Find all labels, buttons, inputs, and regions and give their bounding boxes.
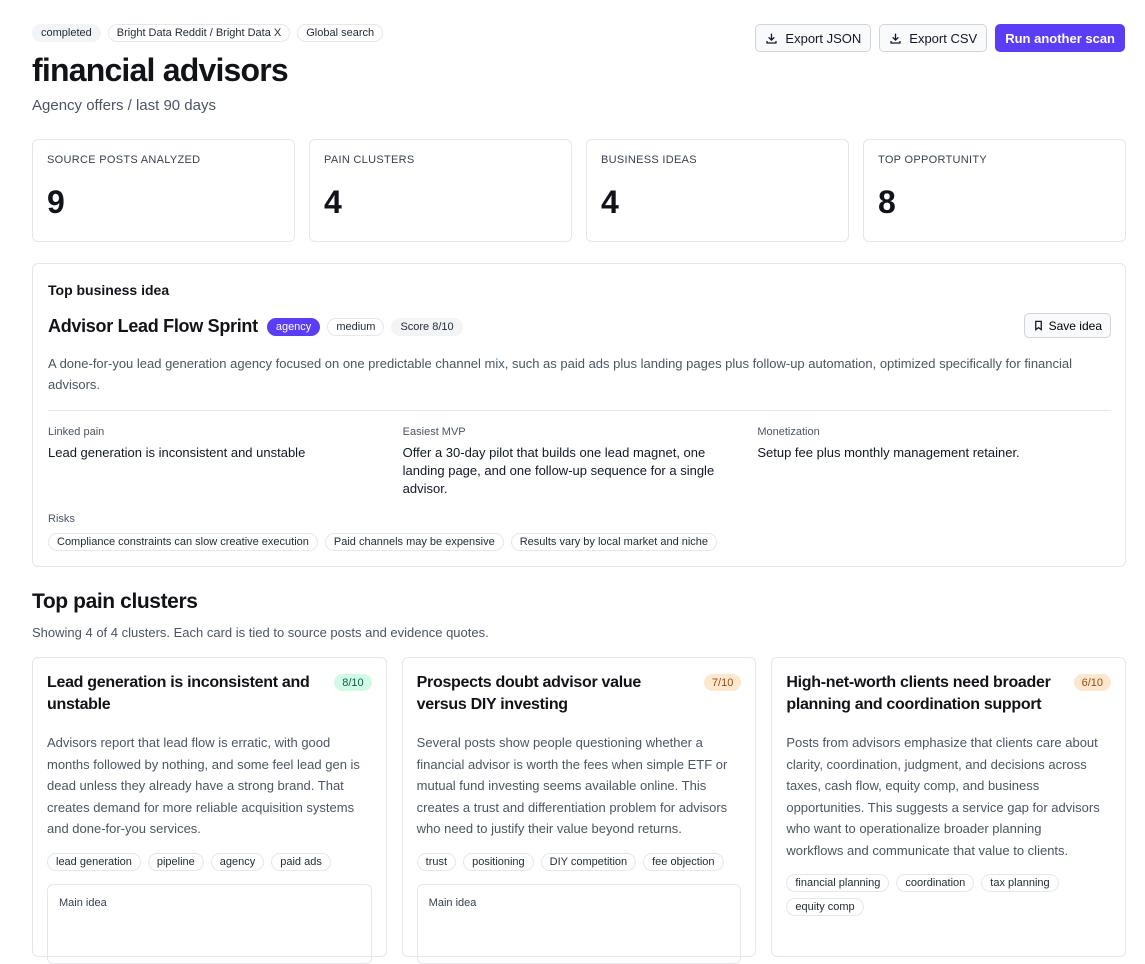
section-title: Top business idea [48,282,170,298]
main-idea-label: Main idea [428,897,477,909]
stat-label: PAIN CLUSTERS [324,154,415,166]
tag-chip: DIY competition [540,852,637,871]
tag-chip: trust [416,852,457,871]
risk-chip: Paid channels may be expensive [324,533,504,551]
tag-chip: tax planning [981,874,1059,892]
run-another-scan-button[interactable]: Run another scan [995,24,1125,52]
monetization-value: Setup fee plus monthly management retain… [757,445,1020,460]
divider [48,410,1111,411]
idea-difficulty-badge: medium [327,317,385,336]
stat-card-top-opportunity: TOP OPPORTUNITY 8 [863,139,1126,242]
idea-header: Advisor Lead Flow Sprint agency medium S… [48,316,463,337]
bookmark-icon [1034,320,1042,331]
top-business-idea-card: Top business idea Advisor Lead Flow Spri… [32,263,1126,567]
export-csv-button[interactable]: Export CSV [879,24,988,52]
tag-chip: agency [210,852,265,871]
save-idea-label: Save idea [1048,318,1102,333]
pain-clusters-title: Top pain clusters [32,590,198,613]
export-json-button[interactable]: Export JSON [755,24,872,52]
cluster-title: High-net-worth clients need broader plan… [786,674,1051,713]
monetization-label: Monetization [757,426,820,438]
scan-meta-chips: completed Bright Data Reddit / Bright Da… [32,24,384,42]
main-idea-box: Main idea [47,884,372,964]
linked-pain-label: Linked pain [48,426,105,438]
monetization-column: Monetization Setup fee plus monthly mana… [757,426,1112,498]
cluster-score-badge: 8/10 [334,674,372,691]
tag-chip: paid ads [271,852,331,871]
idea-name: Advisor Lead Flow Sprint [48,316,258,336]
header-actions: Export JSON Export CSV Run another scan [755,24,1125,52]
cluster-tags: financial planning coordination tax plan… [786,874,1111,916]
idea-score-badge: Score 8/10 [391,317,463,336]
risks-list: Compliance constraints can slow creative… [48,533,718,551]
main-idea-box: Main idea [416,884,742,964]
cluster-description: Posts from advisors emphasize that clien… [786,735,1100,858]
cluster-description: Advisors report that lead flow is errati… [47,735,360,836]
status-badge: completed [32,24,101,42]
save-idea-button[interactable]: Save idea [1023,313,1111,338]
cluster-tags: trust positioning DIY competition fee ob… [416,852,742,871]
pain-cluster-card: High-net-worth clients need broader plan… [771,657,1127,957]
stat-value: 4 [601,184,619,220]
stat-label: TOP OPPORTUNITY [878,154,988,166]
tag-chip: fee objection [643,852,724,871]
export-json-label: Export JSON [785,30,862,46]
stat-label: BUSINESS IDEAS [601,154,697,166]
stat-card-business-ideas: BUSINESS IDEAS 4 [586,139,849,242]
tag-chip: coordination [896,874,975,892]
tag-chip: pipeline [147,852,204,871]
page-title: financial advisors [32,52,289,88]
cluster-score-badge: 7/10 [703,674,742,691]
idea-details: Linked pain Lead generation is inconsist… [48,426,1112,498]
cluster-score-badge: 6/10 [1073,674,1112,691]
tag-chip: financial planning [786,874,890,892]
linked-pain-value: Lead generation is inconsistent and unst… [48,445,306,460]
scope-chip: Global search [297,24,384,42]
risk-chip: Results vary by local market and niche [510,533,718,551]
stat-card-pain-clusters: PAIN CLUSTERS 4 [309,139,572,242]
easiest-mvp-value: Offer a 30-day pilot that builds one lea… [402,445,715,496]
pain-cluster-card: Lead generation is inconsistent and unst… [32,657,387,964]
idea-type-badge: agency [266,317,321,336]
tag-chip: positioning [463,852,534,871]
export-csv-label: Export CSV [909,30,978,46]
stat-value: 4 [324,184,342,220]
cluster-title: Prospects doubt advisor value versus DIY… [416,674,642,713]
pain-cluster-cards: Lead generation is inconsistent and unst… [32,657,1127,964]
main-idea-label: Main idea [59,897,107,909]
tag-chip: lead generation [47,852,141,871]
easiest-mvp-column: Easiest MVP Offer a 30-day pilot that bu… [403,426,758,498]
source-chip: Bright Data Reddit / Bright Data X [107,24,291,42]
idea-description: A done-for-you lead generation agency fo… [48,356,1073,392]
stats-row: SOURCE POSTS ANALYZED 9 PAIN CLUSTERS 4 … [32,139,1126,242]
risks-label: Risks [48,513,75,525]
stat-card-source-posts: SOURCE POSTS ANALYZED 9 [32,139,295,242]
stat-label: SOURCE POSTS ANALYZED [47,154,201,166]
risk-chip: Compliance constraints can slow creative… [48,533,318,551]
download-icon [890,33,901,44]
page-subtitle: Agency offers / last 90 days [32,97,216,114]
download-icon [766,33,778,44]
stat-value: 9 [47,184,65,220]
pain-cluster-card: Prospects doubt advisor value versus DIY… [401,657,757,964]
easiest-mvp-label: Easiest MVP [402,426,466,438]
linked-pain-column: Linked pain Lead generation is inconsist… [48,426,403,498]
tag-chip: equity comp [786,898,864,916]
stat-value: 8 [878,184,896,220]
cluster-description: Several posts show people questioning wh… [416,735,728,836]
cluster-tags: lead generation pipeline agency paid ads [47,852,372,871]
pain-clusters-subtitle: Showing 4 of 4 clusters. Each card is ti… [32,625,489,640]
cluster-title: Lead generation is inconsistent and unst… [47,674,310,713]
